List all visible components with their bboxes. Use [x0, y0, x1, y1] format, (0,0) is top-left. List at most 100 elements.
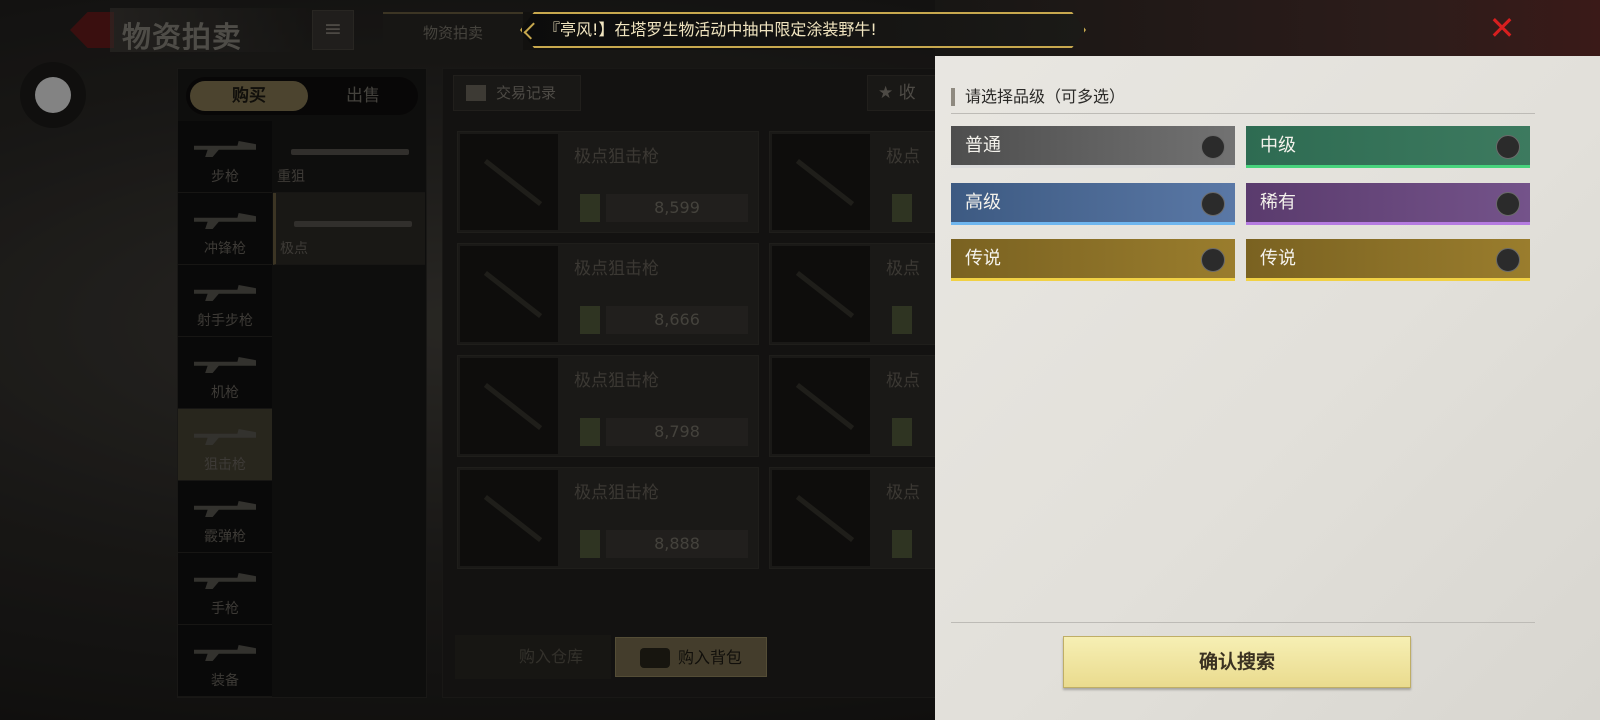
- sniper-rifle-icon: [460, 134, 558, 230]
- item-name: 极点狙击枪: [574, 483, 659, 503]
- cash-icon: [892, 194, 912, 222]
- grade-label: 稀有: [1260, 192, 1296, 213]
- sniper-rifle-icon: [460, 246, 558, 342]
- item-name: 极点: [886, 147, 920, 167]
- subcategory-label: 极点: [280, 241, 308, 257]
- sell-segment[interactable]: 出售: [308, 81, 418, 111]
- category-label: 霰弹枪: [204, 529, 246, 545]
- radio-button[interactable]: [1201, 135, 1225, 159]
- filter-panel: 筛选 ✕ 请选择品级（可多选） 普通 中级 高级 稀有 传说 传说 确认搜索: [935, 0, 1600, 720]
- joystick[interactable]: [20, 62, 86, 128]
- cash-icon: [892, 418, 912, 446]
- grade-section-label: 请选择品级（可多选）: [951, 88, 1125, 106]
- sniper-rifle-icon: [294, 221, 412, 227]
- back-arrow-icon[interactable]: [70, 12, 114, 48]
- grade-label: 中级: [1260, 135, 1296, 156]
- trade-record-button[interactable]: 交易记录: [453, 75, 581, 111]
- item-name: 极点狙击枪: [574, 371, 659, 391]
- category-label: 手枪: [211, 601, 239, 617]
- sniper-rifle-icon: [460, 358, 558, 454]
- sniper-rifle-icon: [460, 470, 558, 566]
- grade-option-legendary[interactable]: 传说: [951, 239, 1235, 281]
- cash-icon: [892, 306, 912, 334]
- category-machine-gun[interactable]: 机枪: [178, 337, 272, 409]
- cash-icon: [580, 530, 600, 558]
- machine-gun-icon: [194, 357, 256, 373]
- grade-option-rare[interactable]: 稀有: [1246, 183, 1530, 225]
- shotgun-icon: [194, 501, 256, 517]
- menu-button[interactable]: ≡: [312, 10, 354, 50]
- sniper-icon: [194, 429, 256, 445]
- rifle-icon: [194, 141, 256, 157]
- item-name: 极点: [886, 259, 920, 279]
- grade-label: 传说: [1260, 248, 1296, 269]
- sniper-rifle-icon: [772, 246, 870, 342]
- buy-to-backpack-button[interactable]: 购入背包: [615, 637, 767, 677]
- category-sniper[interactable]: 狙击枪: [178, 409, 272, 481]
- category-marksman[interactable]: 射手步枪: [178, 265, 272, 337]
- divider: [951, 622, 1535, 623]
- game-screen: 物资拍卖 ≡ 物资拍卖 『亭风!】在塔罗生物活动中抽中限定涂装野牛! 购买 出售…: [0, 0, 1600, 720]
- category-rifle[interactable]: 步枪: [178, 121, 272, 193]
- item-name: 极点狙击枪: [574, 259, 659, 279]
- cash-icon: [892, 530, 912, 558]
- item-price: 8,599: [606, 194, 748, 222]
- radio-button[interactable]: [1496, 135, 1520, 159]
- pistol-icon: [194, 573, 256, 589]
- subcategory-list: 重狙 极点: [273, 121, 425, 265]
- smg-icon: [194, 213, 256, 229]
- category-label: 冲锋枪: [204, 241, 246, 257]
- radio-button[interactable]: [1201, 192, 1225, 216]
- favorite-label: 收: [898, 83, 916, 103]
- subcategory-heavy-sniper[interactable]: 重狙: [273, 121, 425, 193]
- grade-label: 高级: [965, 192, 1001, 213]
- item-price: 8,666: [606, 306, 748, 334]
- item-name: 极点狙击枪: [574, 147, 659, 167]
- sniper-rifle-icon: [291, 149, 409, 155]
- item-card[interactable]: 极点狙击枪 8,798: [457, 355, 759, 457]
- buy-segment[interactable]: 购买: [190, 81, 308, 111]
- close-icon[interactable]: ✕: [1487, 12, 1517, 44]
- grade-option-common[interactable]: 普通: [951, 126, 1235, 168]
- item-card[interactable]: 极点狙击枪 8,888: [457, 467, 759, 569]
- buy-to-backpack-label: 购入背包: [678, 648, 743, 667]
- category-list: 步枪 冲锋枪 射手步枪 机枪 狙击枪 霰弹枪 手枪 装备: [178, 121, 272, 697]
- page-title: 物资拍卖: [122, 20, 243, 54]
- category-label: 步枪: [211, 169, 239, 185]
- category-label: 机枪: [211, 385, 239, 401]
- marksman-rifle-icon: [194, 285, 256, 301]
- item-name: 极点: [886, 371, 920, 391]
- category-label: 狙击枪: [204, 457, 246, 473]
- joystick-knob[interactable]: [35, 77, 71, 113]
- item-card[interactable]: 极点狙击枪 8,599: [457, 131, 759, 233]
- tab-auction[interactable]: 物资拍卖: [383, 12, 523, 50]
- category-gear[interactable]: 装备: [178, 625, 272, 697]
- category-label: 射手步枪: [197, 313, 253, 329]
- buy-to-warehouse-button[interactable]: 购入仓库: [455, 635, 611, 679]
- radio-button[interactable]: [1201, 248, 1225, 272]
- category-panel: 购买 出售 步枪 冲锋枪 射手步枪 机枪 狙击枪 霰弹枪 手枪 装备 重狙 极点: [177, 68, 427, 698]
- item-name: 极点: [886, 483, 920, 503]
- confirm-search-button[interactable]: 确认搜索: [1063, 636, 1411, 688]
- grade-option-advanced[interactable]: 高级: [951, 183, 1235, 225]
- sniper-rifle-icon: [772, 358, 870, 454]
- category-smg[interactable]: 冲锋枪: [178, 193, 272, 265]
- cash-icon: [580, 418, 600, 446]
- grade-option-intermediate[interactable]: 中级: [1246, 126, 1530, 168]
- radio-button[interactable]: [1496, 192, 1520, 216]
- radio-button[interactable]: [1496, 248, 1520, 272]
- item-price: 8,888: [606, 530, 748, 558]
- favorite-button[interactable]: ★ 收: [867, 75, 943, 111]
- subcategory-apex[interactable]: 极点: [273, 193, 425, 265]
- category-pistol[interactable]: 手枪: [178, 553, 272, 625]
- item-price: 8,798: [606, 418, 748, 446]
- divider: [951, 113, 1535, 114]
- vest-icon: [194, 645, 256, 661]
- category-shotgun[interactable]: 霰弹枪: [178, 481, 272, 553]
- grade-option-legendary-2[interactable]: 传说: [1246, 239, 1530, 281]
- cash-icon: [580, 194, 600, 222]
- item-card[interactable]: 极点狙击枪 8,666: [457, 243, 759, 345]
- grade-label: 普通: [965, 135, 1001, 156]
- sniper-rifle-icon: [772, 470, 870, 566]
- backpack-icon: [640, 648, 670, 668]
